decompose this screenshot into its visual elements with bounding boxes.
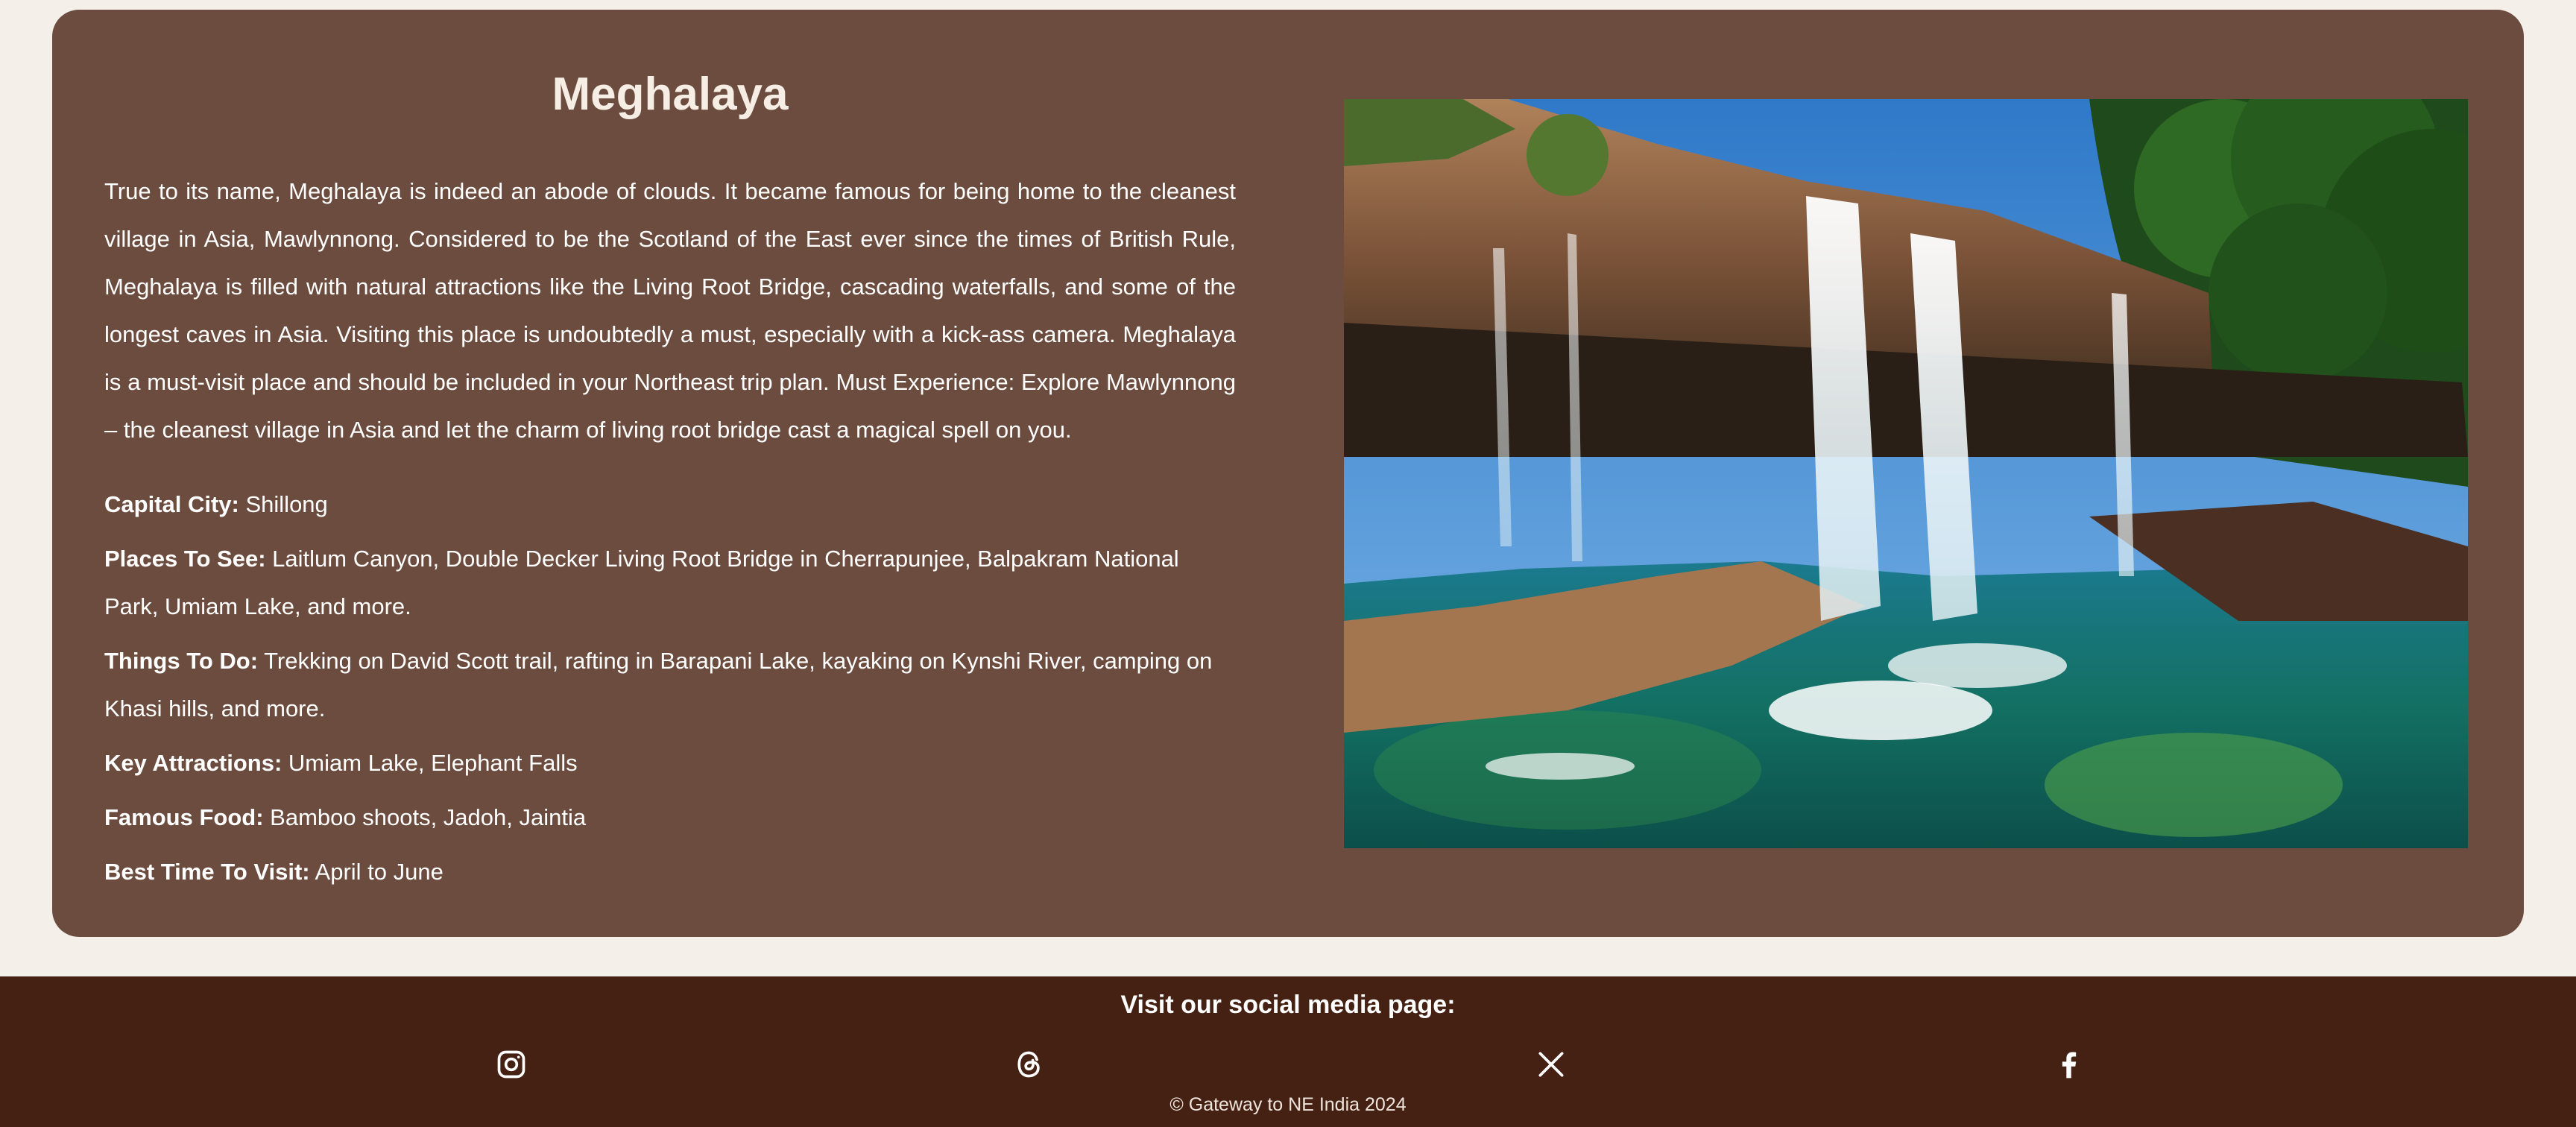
threads-icon[interactable]: [1006, 1041, 1053, 1088]
destination-description: True to its name, Meghalaya is indeed an…: [104, 178, 1236, 443]
fact-value: Umiam Lake, Elephant Falls: [288, 750, 578, 776]
waterfall-photo: [1344, 99, 2468, 848]
fact-label: Best Time To Visit:: [104, 859, 310, 885]
fact-capital-city: Capital City: Shillong: [104, 481, 1236, 528]
fact-value: Trekking on David Scott trail, rafting i…: [104, 648, 1213, 722]
x-icon[interactable]: [1527, 1041, 1575, 1088]
facebook-icon[interactable]: [2045, 1041, 2093, 1088]
destination-facts: Capital City: Shillong Places To See: La…: [104, 481, 1236, 896]
fact-value: Laitlum Canyon, Double Decker Living Roo…: [104, 546, 1179, 619]
fact-places-to-see: Places To See: Laitlum Canyon, Double De…: [104, 535, 1236, 631]
destination-info: Meghalaya True to its name, Meghalaya is…: [104, 51, 1236, 903]
destination-title: Meghalaya: [552, 69, 789, 120]
fact-key-attractions: Key Attractions: Umiam Lake, Elephant Fa…: [104, 739, 1236, 787]
copyright-notice: © Gateway to NE India 2024: [1169, 1094, 1407, 1115]
fact-value: Bamboo shoots, Jadoh, Jaintia: [270, 804, 587, 830]
fact-things-to-do: Things To Do: Trekking on David Scott tr…: [104, 637, 1236, 733]
fact-label: Places To See:: [104, 546, 266, 572]
instagram-icon[interactable]: [487, 1041, 535, 1088]
fact-label: Things To Do:: [104, 648, 259, 674]
fact-famous-food: Famous Food: Bamboo shoots, Jadoh, Jaint…: [104, 794, 1236, 842]
destination-card: Meghalaya True to its name, Meghalaya is…: [52, 10, 2524, 937]
site-footer: Visit our social media page: © Gateway t…: [0, 976, 2576, 1127]
fact-value: April to June: [315, 859, 443, 885]
fact-best-time-to-visit: Best Time To Visit: April to June: [104, 848, 1236, 896]
social-links: [0, 1041, 2576, 1088]
fact-label: Famous Food:: [104, 804, 264, 830]
fact-label: Capital City:: [104, 491, 239, 517]
fact-label: Key Attractions:: [104, 750, 282, 776]
social-media-heading: Visit our social media page:: [1120, 991, 1456, 1019]
fact-value: Shillong: [245, 491, 328, 517]
